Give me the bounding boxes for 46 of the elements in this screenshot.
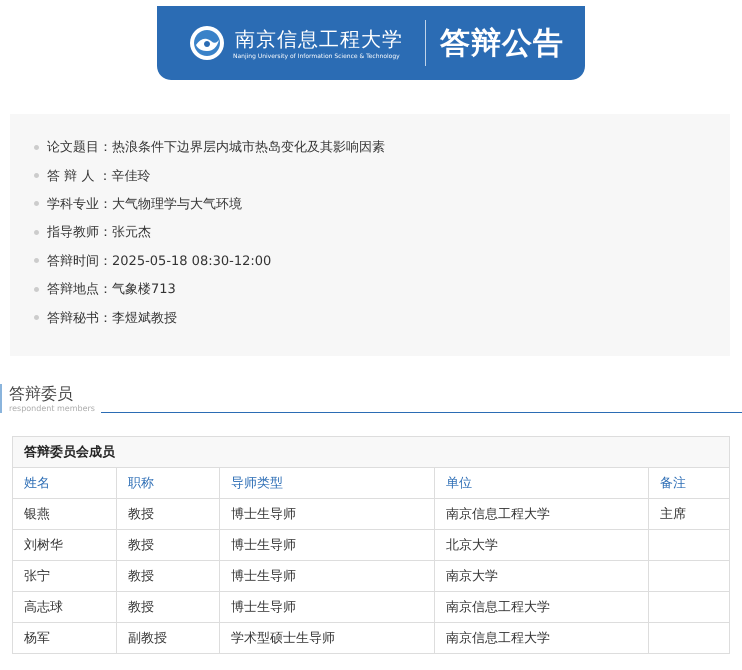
info-line: 答 辩 人 ：辛佳玲 bbox=[47, 168, 150, 185]
table-cell: 银燕 bbox=[12, 498, 116, 530]
banner-title: 答辩公告 bbox=[440, 24, 564, 62]
table-cell: 博士生导师 bbox=[220, 560, 434, 592]
table-cell: 教授 bbox=[116, 560, 220, 592]
table-cell: 南京大学 bbox=[434, 560, 648, 592]
bullet-icon bbox=[34, 258, 39, 264]
table-cell: 教授 bbox=[116, 592, 220, 622]
column-header: 职称 bbox=[116, 468, 220, 498]
table-cell: 杨军 bbox=[12, 622, 116, 654]
table-cell: 北京大学 bbox=[434, 530, 648, 560]
bullet-icon bbox=[34, 286, 39, 292]
column-header: 导师类型 bbox=[220, 468, 434, 498]
bullet-icon bbox=[34, 315, 39, 320]
column-header: 备注 bbox=[648, 468, 730, 498]
info-line: 学科专业：大气物理学与大气环境 bbox=[47, 196, 242, 213]
table-cell: 博士生导师 bbox=[220, 592, 434, 622]
table-cell: 高志球 bbox=[12, 592, 116, 622]
table-cell: 学术型硕士生导师 bbox=[220, 622, 434, 654]
bullet-icon bbox=[34, 230, 39, 235]
bullet-icon bbox=[34, 201, 39, 206]
bullet-icon bbox=[34, 173, 39, 178]
info-line: 答辩秘书：李煜斌教授 bbox=[47, 310, 177, 327]
emblem-icon bbox=[189, 25, 225, 61]
table-cell: 刘树华 bbox=[12, 530, 116, 560]
table-cell: 南京信息工程大学 bbox=[434, 592, 648, 622]
section-subtitle: respondent members bbox=[9, 404, 95, 413]
table-cell: 教授 bbox=[116, 530, 220, 560]
column-header: 单位 bbox=[434, 468, 648, 498]
section-title: 答辩委员 bbox=[9, 384, 74, 404]
column-header: 姓名 bbox=[12, 468, 116, 498]
table-cell: 博士生导师 bbox=[220, 530, 434, 560]
table-cell: 南京信息工程大学 bbox=[434, 622, 648, 654]
table-cell: 主席 bbox=[648, 498, 730, 530]
info-line: 答辩时间：2025-05-18 08:30-12:00 bbox=[47, 252, 272, 270]
table-cell: 博士生导师 bbox=[220, 498, 434, 530]
table-cell: 张宁 bbox=[12, 560, 116, 592]
table-caption: 答辩委员会成员 bbox=[12, 436, 730, 468]
info-line: 指导教师：张元杰 bbox=[47, 224, 151, 242]
table-cell: 教授 bbox=[116, 498, 220, 530]
table-cell: 南京信息工程大学 bbox=[434, 498, 648, 530]
info-line: 答辩地点：气象楼713 bbox=[47, 281, 176, 298]
bullet-icon bbox=[34, 144, 39, 150]
info-line: 论文题目：热浪条件下边界层内城市热岛变化及其影响因素 bbox=[47, 139, 385, 156]
university-name: 南京信息工程大学 bbox=[234, 26, 404, 53]
table-cell: 副教授 bbox=[116, 622, 220, 654]
